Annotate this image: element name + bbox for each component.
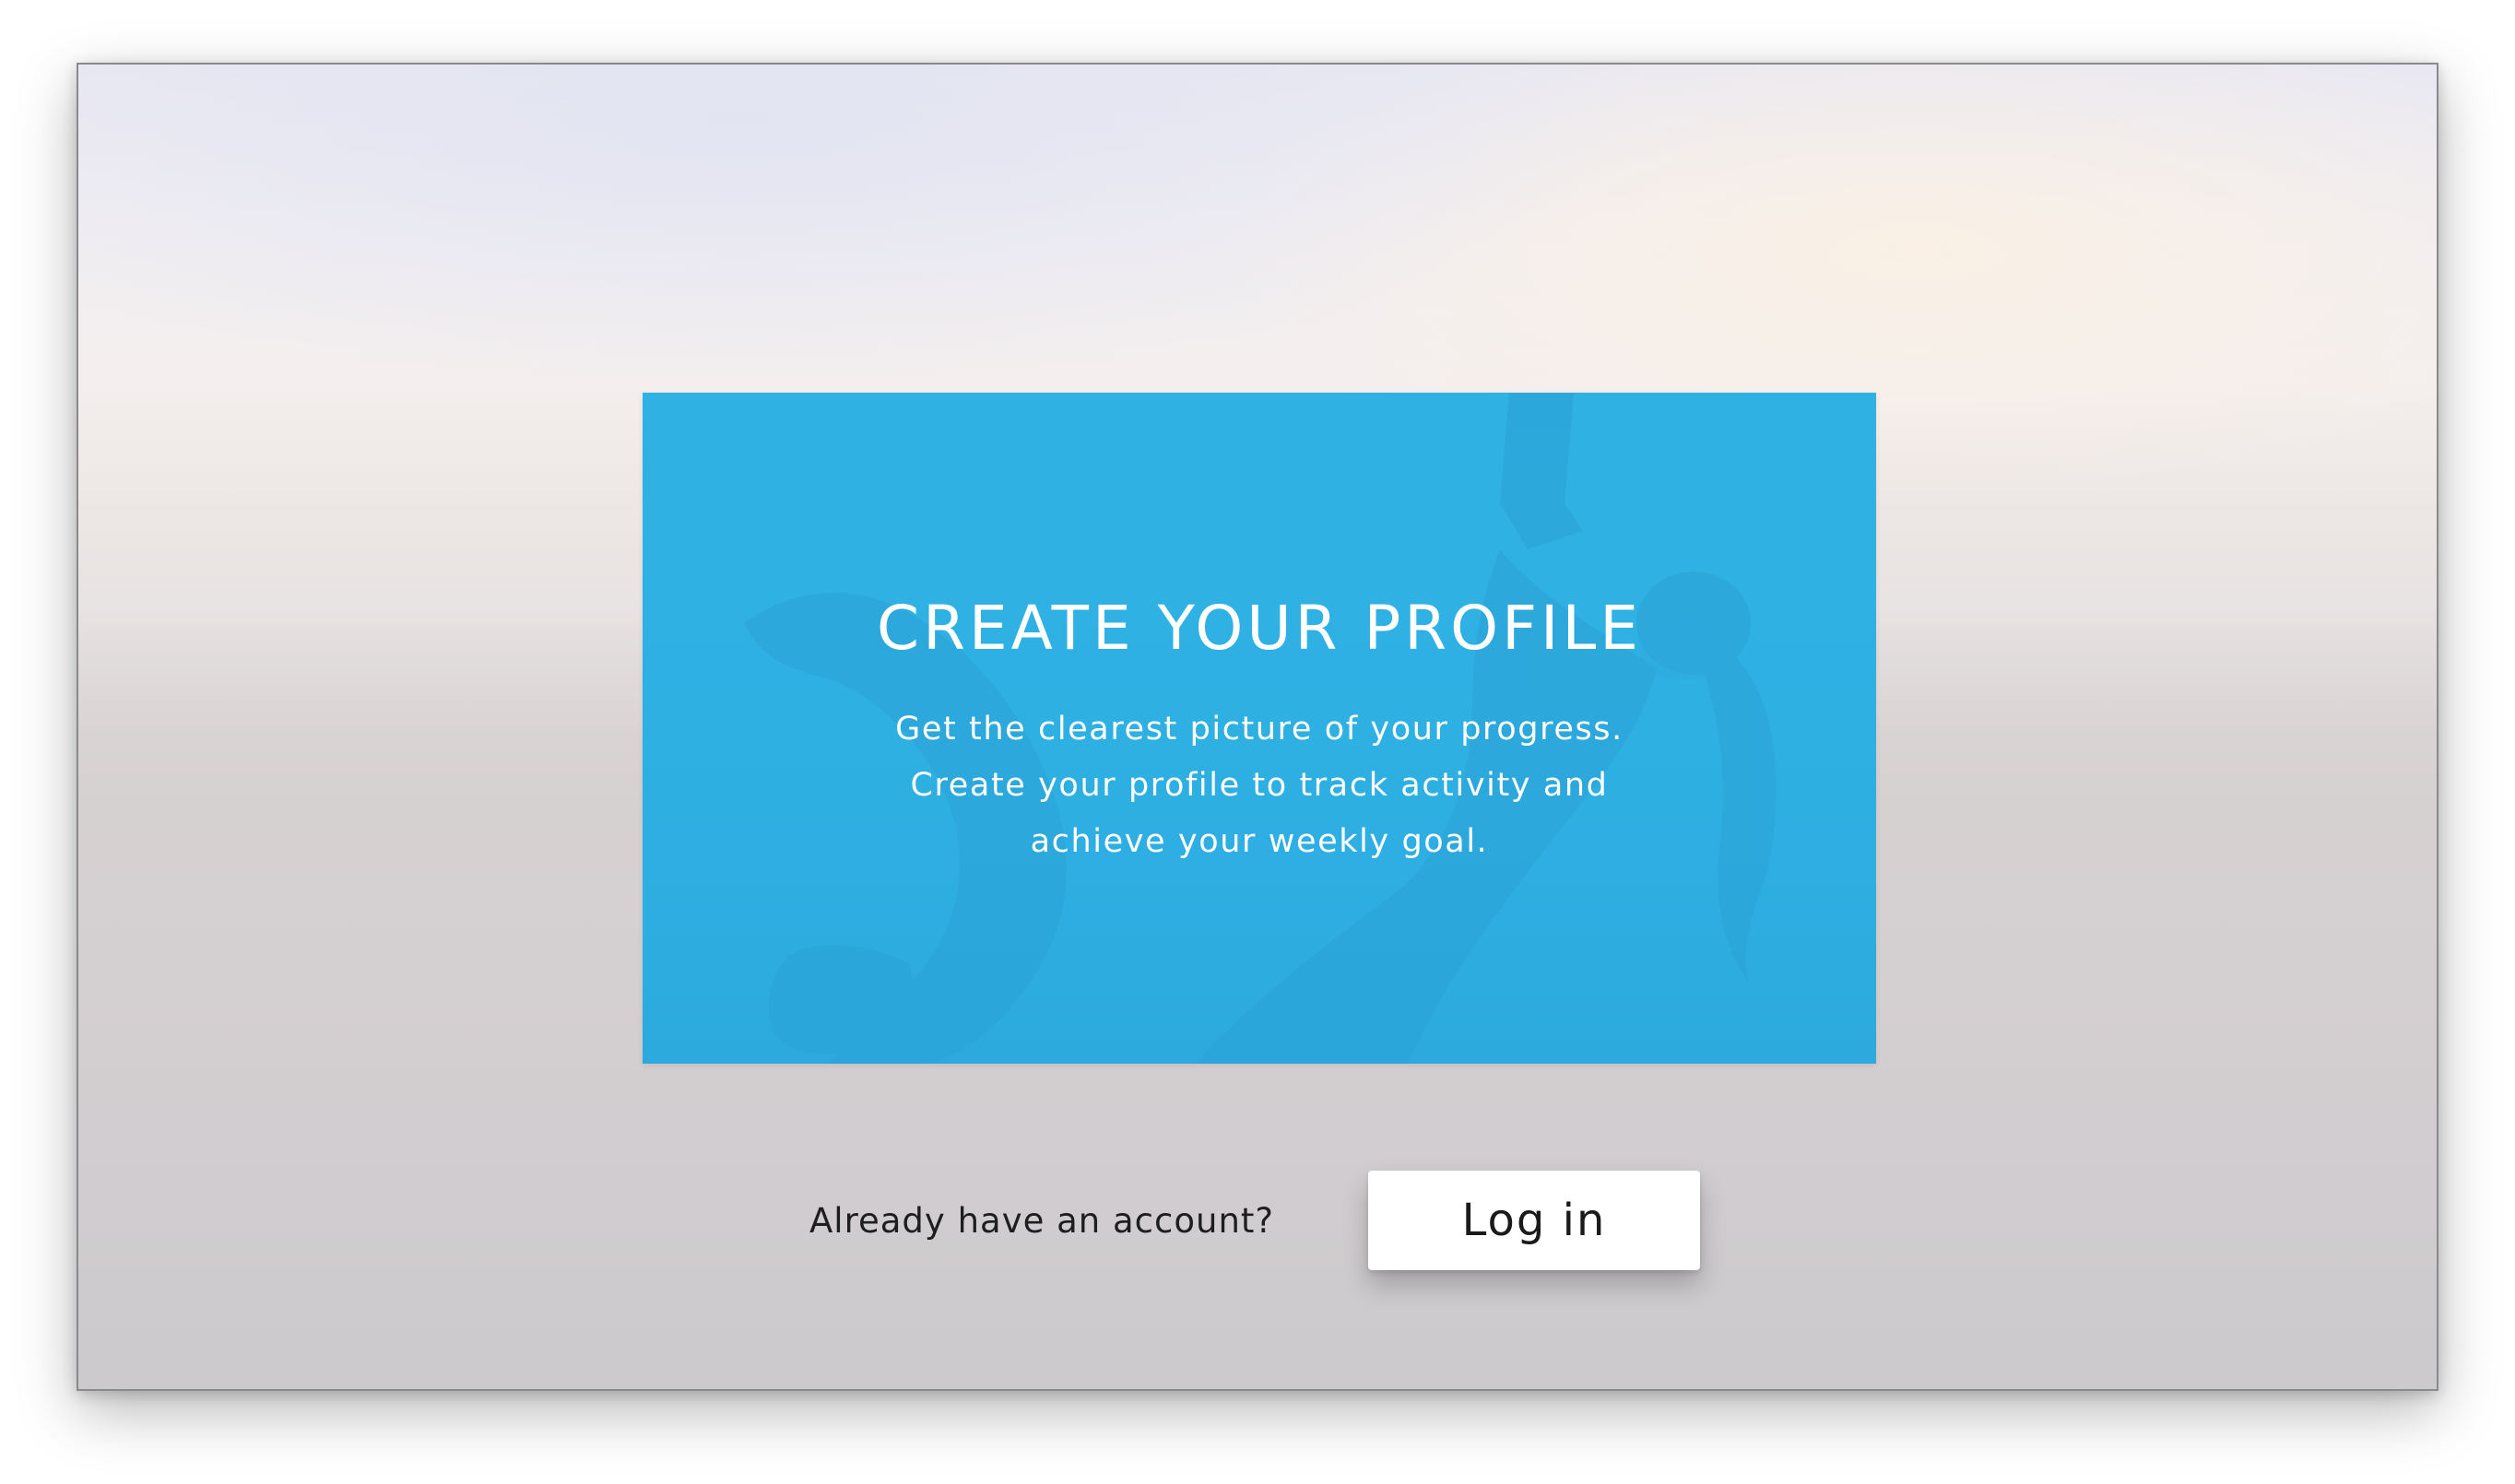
hero-content: CREATE YOUR PROFILE Get the clearest pic… <box>643 595 1876 870</box>
login-row: Already have an account? Log in <box>78 1171 2437 1272</box>
login-prompt: Already have an account? <box>809 1201 1275 1241</box>
hero-description-line: Create your profile to track activity an… <box>910 766 1609 804</box>
hero-title: CREATE YOUR PROFILE <box>877 593 1642 664</box>
app-window: CREATE YOUR PROFILE Get the clearest pic… <box>77 63 2438 1391</box>
hero-description-line: Get the clearest picture of your progres… <box>895 710 1624 748</box>
page: CREATE YOUR PROFILE Get the clearest pic… <box>0 0 2515 1484</box>
log-in-button[interactable]: Log in <box>1368 1171 1700 1270</box>
hero-description-line: achieve your weekly goal. <box>1030 822 1489 860</box>
hero-description: Get the clearest picture of your progres… <box>643 701 1876 870</box>
create-profile-card[interactable]: CREATE YOUR PROFILE Get the clearest pic… <box>643 393 1876 1064</box>
